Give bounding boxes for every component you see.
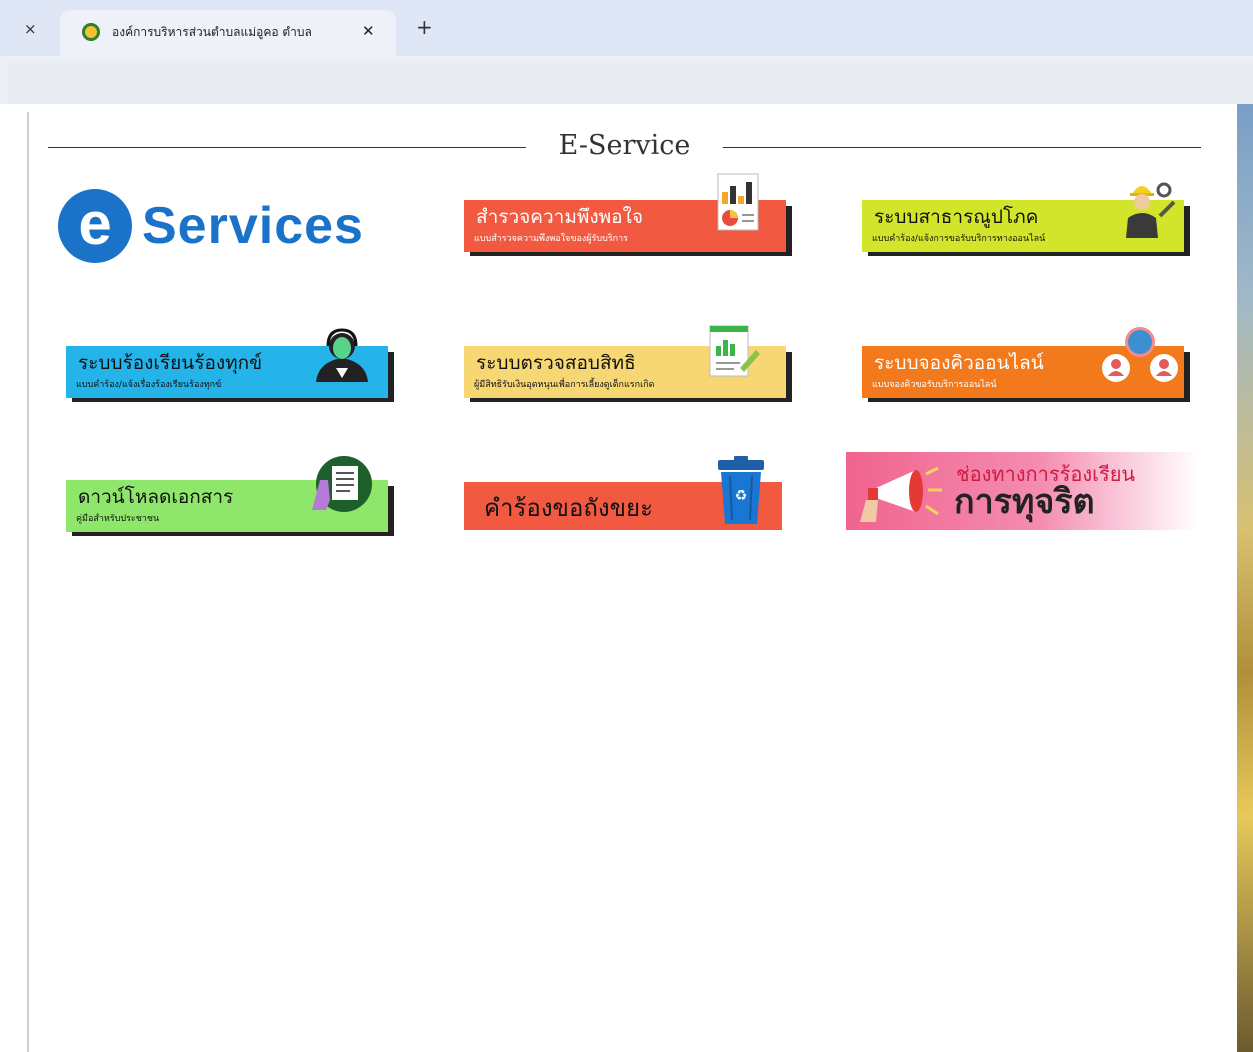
card-title: ระบบตรวจสอบสิทธิ <box>476 352 636 374</box>
logo-e-icon: e <box>58 189 132 263</box>
card-subtitle: คู่มือสำหรับประชาชน <box>76 514 160 524</box>
card-title: ระบบสาธารณูปโภค <box>874 206 1039 228</box>
report-chart-icon <box>717 173 759 231</box>
background-image-strip <box>1237 104 1253 1052</box>
card-title: ดาวน์โหลดเอกสาร <box>78 486 234 508</box>
megaphone-icon <box>860 466 942 522</box>
logo-wordmark: Services <box>142 197 364 255</box>
recycle-bin-icon: ♻ <box>718 456 764 524</box>
tab-title: องค์การบริหารส่วนตำบลแม่อูคอ ตำบล <box>112 25 312 39</box>
browser-tab-bar: × องค์การบริหารส่วนตำบลแม่อูคอ ตำบล ✕ + <box>0 0 1253 56</box>
toolbar-strip <box>8 63 1253 104</box>
new-tab-button[interactable]: + <box>416 16 433 38</box>
card-title: ระบบจองคิวออนไลน์ <box>874 352 1044 374</box>
banner-line2: การทุจริต <box>954 482 1095 522</box>
card-title: ระบบร้องเรียนร้องทุกข์ <box>78 352 263 374</box>
site-favicon-icon <box>82 23 100 41</box>
title-divider-left <box>48 147 526 148</box>
document-download-icon <box>312 456 372 512</box>
browser-tab-active[interactable]: องค์การบริหารส่วนตำบลแม่อูคอ ตำบล ✕ <box>60 10 396 56</box>
title-divider-right <box>723 147 1201 148</box>
engineer-icon <box>1126 182 1176 238</box>
card-subtitle: แบบคำร้อง/แจ้งการขอรับบริการทางออนไลน์ <box>872 234 1046 244</box>
card-subtitle: แบบคำร้อง/แจ้งเรื่องร้องเรียนร้องทุกข์ <box>76 380 222 390</box>
card-subtitle: แบบจองคิวขอรับบริการออนไลน์ <box>872 380 997 390</box>
browser-toolbar <box>0 56 1253 104</box>
page-left-border <box>27 112 29 1052</box>
call-center-agent-icon <box>316 328 368 382</box>
card-title: คำร้องขอถังขยะ <box>484 494 653 522</box>
section-title: E-Service <box>558 130 691 161</box>
close-window-icon[interactable]: × <box>24 20 37 38</box>
svg-text:♻: ♻ <box>735 488 748 504</box>
card-subtitle: แบบสำรวจความพึงพอใจของผู้รับบริการ <box>474 234 628 244</box>
card-title: สำรวจความพึงพอใจ <box>476 206 643 228</box>
eservices-logo: e Services <box>58 186 364 266</box>
document-chart-icon <box>709 325 760 377</box>
tab-close-icon[interactable]: ✕ <box>362 21 375 41</box>
users-queue-icon <box>1102 327 1178 382</box>
card-subtitle: ผู้มีสิทธิรับเงินอุดหนุนเพื่อการเลี้ยงดู… <box>474 380 655 390</box>
